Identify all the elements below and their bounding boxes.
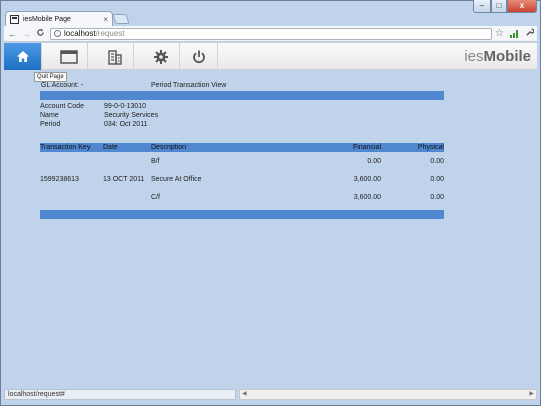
window-controls: – □ x <box>473 0 537 13</box>
status-bar: localhost/request# <box>4 389 236 400</box>
detail-value: 034: Oct 2011 <box>104 121 148 128</box>
detail-row: Period 034: Oct 2011 <box>40 120 444 129</box>
url-path: /request <box>95 29 125 38</box>
reload-icon <box>37 28 44 36</box>
browser-tab[interactable]: iesMobile Page × <box>5 11 113 26</box>
cell-financial: 0.00 <box>367 158 381 165</box>
tab-title: iesMobile Page <box>23 15 71 23</box>
table-row: 1599238613 13 OCT 2011 Secure At Office … <box>40 171 444 189</box>
quit-button[interactable] <box>180 43 218 70</box>
scroll-left-icon[interactable]: ◀ <box>242 390 247 399</box>
report-header: GL Account: - Period Transaction View <box>40 82 444 91</box>
reload-button[interactable] <box>35 28 46 39</box>
column-header: Date <box>103 144 118 151</box>
footer-bar <box>40 210 444 219</box>
detail-label: Period <box>40 121 61 128</box>
settings-button[interactable] <box>142 43 180 70</box>
gear-icon <box>153 49 168 64</box>
header-bar <box>40 91 444 100</box>
cell-key <box>40 153 103 171</box>
cell-physical: 0.00 <box>430 158 444 165</box>
forward-button[interactable]: → <box>21 29 32 39</box>
url-host: localhost <box>64 29 96 38</box>
detail-value: Security Services <box>104 112 159 119</box>
cell-financial: 3,600.00 <box>353 194 381 201</box>
gl-account-label: GL Account: - <box>41 82 84 89</box>
cell-physical: 0.00 <box>430 176 444 183</box>
cell-key <box>40 189 103 207</box>
company-button[interactable] <box>96 43 134 70</box>
cell-description: C/f <box>151 194 160 201</box>
account-details: Account Code 99-0-0-13010 Name Security … <box>40 102 444 129</box>
cell-date: 13 OCT 2011 <box>103 176 145 183</box>
scroll-right-icon[interactable]: ▶ <box>529 390 534 399</box>
column-header: Description <box>151 144 187 151</box>
app-logo: iesMobile <box>464 48 531 65</box>
detail-row: Account Code 99-0-0-13010 <box>40 102 444 111</box>
detail-row: Name Security Services <box>40 111 444 120</box>
browser-toolbar: ← → localhost/request ☆ <box>4 26 537 42</box>
address-bar[interactable]: localhost/request <box>50 27 492 40</box>
column-header: Financial <box>352 144 381 151</box>
transaction-table: B/f 0.00 0.00 1599238613 13 OCT 2011 Sec… <box>40 153 444 207</box>
maximize-button[interactable]: □ <box>491 0 507 13</box>
wrench-menu-icon[interactable] <box>525 28 535 39</box>
window-button[interactable] <box>50 43 88 70</box>
page-favicon-icon <box>10 14 19 24</box>
cell-description: B/f <box>151 158 160 165</box>
building-icon <box>107 49 122 65</box>
quit-page-tooltip: Quit Page <box>34 72 67 82</box>
table-row: B/f 0.00 0.00 <box>40 153 444 171</box>
back-button[interactable]: ← <box>7 29 18 39</box>
window-icon <box>59 49 78 64</box>
cell-key: 1599238613 <box>40 176 79 183</box>
transaction-report: GL Account: - Period Transaction View Ac… <box>40 82 444 219</box>
signal-bars-icon[interactable] <box>509 29 519 38</box>
home-icon <box>16 51 29 62</box>
table-row: C/f 3,600.00 0.00 <box>40 189 444 207</box>
detail-label: Account Code <box>40 103 84 110</box>
detail-label: Name <box>40 112 59 119</box>
horizontal-scrollbar[interactable]: ◀ ▶ <box>239 389 537 400</box>
view-title: Period Transaction View <box>151 82 227 89</box>
cell-date <box>103 153 151 171</box>
cell-physical: 0.00 <box>430 194 444 201</box>
detail-value: 99-0-0-13010 <box>104 103 147 110</box>
page-info-icon[interactable] <box>54 30 61 37</box>
cell-financial: 3,600.00 <box>353 176 381 183</box>
cell-description: Secure At Office <box>151 176 202 183</box>
cell-date <box>103 189 151 207</box>
column-header: Transaction Key <box>40 144 91 151</box>
bookmark-star-icon[interactable]: ☆ <box>495 28 504 39</box>
column-header: Physical <box>417 144 444 151</box>
table-header: Transaction Key Date Description Financi… <box>40 143 444 152</box>
power-icon <box>192 50 205 63</box>
home-button[interactable] <box>4 43 42 70</box>
app-header: iesMobile <box>4 43 537 70</box>
tab-close-icon[interactable]: × <box>103 15 108 24</box>
minimize-button[interactable]: – <box>473 0 491 13</box>
close-window-button[interactable]: x <box>507 0 537 13</box>
